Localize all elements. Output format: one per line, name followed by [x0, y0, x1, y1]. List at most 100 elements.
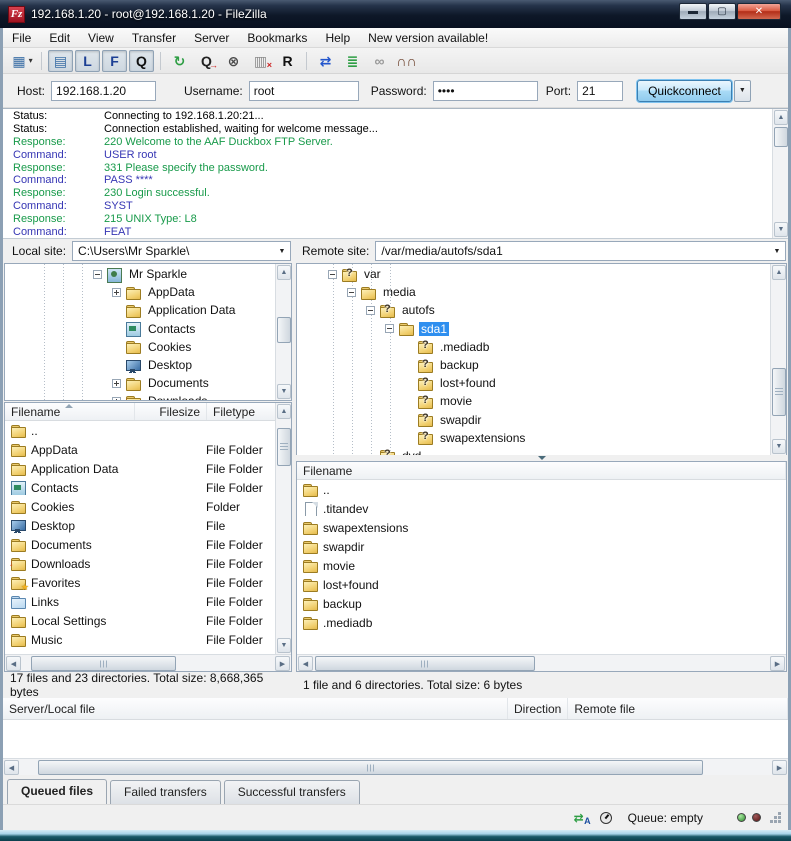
scroll-left-icon[interactable]: ◀ — [6, 656, 21, 671]
host-input[interactable] — [51, 81, 156, 101]
menu-server[interactable]: Server — [185, 29, 238, 47]
log-scrollbar[interactable]: ▲ ▼ — [772, 109, 788, 238]
tab-failed-transfers[interactable]: Failed transfers — [110, 780, 221, 804]
menu-new-version[interactable]: New version available! — [359, 29, 497, 47]
expand-icon[interactable] — [112, 397, 121, 401]
filter-icon[interactable]: ≣ — [340, 50, 365, 72]
column-filename[interactable]: Filename — [5, 403, 135, 420]
cancel-icon[interactable]: ⊗ — [221, 50, 246, 72]
chevron-down-icon[interactable]: ▼ — [769, 242, 785, 260]
file-row-item[interactable]: .. — [5, 421, 274, 440]
file-row-application-data[interactable]: Application DataFile Folder — [5, 459, 274, 478]
tree-item-autofs[interactable]: ?autofs — [297, 301, 769, 319]
username-input[interactable] — [249, 81, 359, 101]
scroll-down-icon[interactable]: ▼ — [772, 439, 786, 454]
remote-tree-scroll-thumb[interactable] — [772, 368, 786, 416]
file-row-appdata[interactable]: AppDataFile Folder — [5, 440, 274, 459]
file-row-movie[interactable]: movie — [297, 556, 786, 575]
collapse-icon[interactable] — [93, 270, 102, 279]
expand-icon[interactable] — [112, 288, 121, 297]
local-tree-scrollbar[interactable]: ▲ ▼ — [275, 264, 291, 400]
tree-item-mediadb[interactable]: ?.mediadb — [297, 338, 769, 356]
collapse-icon[interactable] — [347, 288, 356, 297]
local-tree-scroll-thumb[interactable] — [277, 317, 291, 343]
file-row-favorites[interactable]: ★FavoritesFile Folder — [5, 573, 274, 592]
toggle-remote-tree-icon[interactable]: F — [102, 50, 127, 72]
scroll-up-icon[interactable]: ▲ — [772, 265, 786, 280]
menu-file[interactable]: File — [3, 29, 40, 47]
scroll-right-icon[interactable]: ▶ — [772, 760, 787, 775]
quickconnect-button[interactable]: Quickconnect — [637, 80, 732, 102]
file-row-downloads[interactable]: ↓DownloadsFile Folder — [5, 554, 274, 573]
site-manager-icon[interactable]: ▦▾ — [10, 50, 35, 72]
resize-grip[interactable] — [770, 812, 782, 824]
local-site-combo[interactable]: C:\Users\Mr Sparkle\ ▼ — [72, 241, 291, 261]
menu-transfer[interactable]: Transfer — [123, 29, 185, 47]
toggle-message-log-icon[interactable]: ▤ — [48, 50, 73, 72]
remote-tree-scrollbar[interactable]: ▲ ▼ — [770, 264, 786, 455]
find-files-icon[interactable]: ∩∩ — [394, 50, 419, 72]
tree-item-appdata[interactable]: AppData — [5, 283, 274, 301]
password-input[interactable] — [433, 81, 538, 101]
scroll-up-icon[interactable]: ▲ — [774, 110, 788, 125]
tree-item-application-data[interactable]: Application Data — [5, 301, 274, 319]
chevron-down-icon[interactable]: ▼ — [274, 242, 290, 260]
tree-item-downloads[interactable]: ↓Downloads — [5, 392, 274, 401]
directory-comparison-icon[interactable]: ∞ — [367, 50, 392, 72]
column-filename[interactable]: Filename — [297, 462, 786, 479]
local-list-hscroll-thumb[interactable] — [31, 656, 176, 671]
scroll-left-icon[interactable]: ◀ — [4, 760, 19, 775]
file-row-lost-found[interactable]: lost+found — [297, 575, 786, 594]
local-list-hscrollbar[interactable]: ◀ ▶ — [5, 654, 291, 671]
tree-item-media[interactable]: media — [297, 283, 769, 301]
file-row-item[interactable]: .. — [297, 480, 786, 499]
file-row-desktop[interactable]: DesktopFile — [5, 516, 274, 535]
file-row-swapdir[interactable]: swapdir — [297, 537, 786, 556]
scroll-left-icon[interactable]: ◀ — [298, 656, 313, 671]
queue-hscrollbar[interactable]: ◀ ▶ — [3, 758, 788, 775]
column-server-local-file[interactable]: Server/Local file — [3, 698, 508, 719]
file-row-documents[interactable]: DocumentsFile Folder — [5, 535, 274, 554]
refresh-icon[interactable]: ↻ — [167, 50, 192, 72]
file-row-backup[interactable]: backup — [297, 594, 786, 613]
tree-item-mr-sparkle[interactable]: Mr Sparkle — [5, 265, 274, 283]
file-row-mediadb[interactable]: .mediadb — [297, 613, 786, 632]
disconnect-icon[interactable]: ▥× — [248, 50, 273, 72]
file-row-links[interactable]: LinksFile Folder — [5, 592, 274, 611]
process-queue-icon[interactable]: Q→ — [194, 50, 219, 72]
menu-edit[interactable]: Edit — [40, 29, 79, 47]
menu-bookmarks[interactable]: Bookmarks — [238, 29, 316, 47]
menu-view[interactable]: View — [79, 29, 123, 47]
collapse-icon[interactable] — [366, 306, 375, 315]
collapse-icon[interactable] — [328, 270, 337, 279]
scroll-down-icon[interactable]: ▼ — [277, 638, 291, 653]
tree-item-documents[interactable]: Documents — [5, 374, 274, 392]
menu-help[interactable]: Help — [316, 29, 359, 47]
collapse-icon[interactable] — [385, 324, 394, 333]
queue-hscroll-thumb[interactable] — [38, 760, 703, 775]
tree-item-sda1[interactable]: sda1 — [297, 320, 769, 338]
local-list-scroll-thumb[interactable] — [277, 428, 291, 466]
tree-item-lost-found[interactable]: ?lost+found — [297, 374, 769, 392]
scroll-right-icon[interactable]: ▶ — [770, 656, 785, 671]
tree-item-backup[interactable]: ?backup — [297, 356, 769, 374]
scroll-right-icon[interactable]: ▶ — [275, 656, 290, 671]
file-row-music[interactable]: MusicFile Folder — [5, 630, 274, 649]
port-input[interactable] — [577, 81, 623, 101]
tree-item-swapdir[interactable]: ?swapdir — [297, 411, 769, 429]
reconnect-icon[interactable]: R — [275, 50, 300, 72]
maximize-button[interactable]: ▢ — [708, 3, 736, 20]
synchronized-browsing-icon[interactable]: ⇄ — [313, 50, 338, 72]
close-button[interactable]: ✕ — [737, 3, 781, 20]
column-direction[interactable]: Direction — [508, 698, 568, 719]
column-remote-file[interactable]: Remote file — [568, 698, 788, 719]
file-row-swapextensions[interactable]: swapextensions — [297, 518, 786, 537]
tree-item-swapextensions[interactable]: ?swapextensions — [297, 429, 769, 447]
tab-queued-files[interactable]: Queued files — [7, 779, 107, 804]
tab-successful-transfers[interactable]: Successful transfers — [224, 780, 360, 804]
local-list-scrollbar[interactable]: ▲ ▼ — [275, 403, 291, 654]
file-row-local-settings[interactable]: Local SettingsFile Folder — [5, 611, 274, 630]
file-row-contacts[interactable]: ContactsFile Folder — [5, 478, 274, 497]
toggle-queue-icon[interactable]: Q — [129, 50, 154, 72]
file-row-cookies[interactable]: CookiesFolder — [5, 497, 274, 516]
